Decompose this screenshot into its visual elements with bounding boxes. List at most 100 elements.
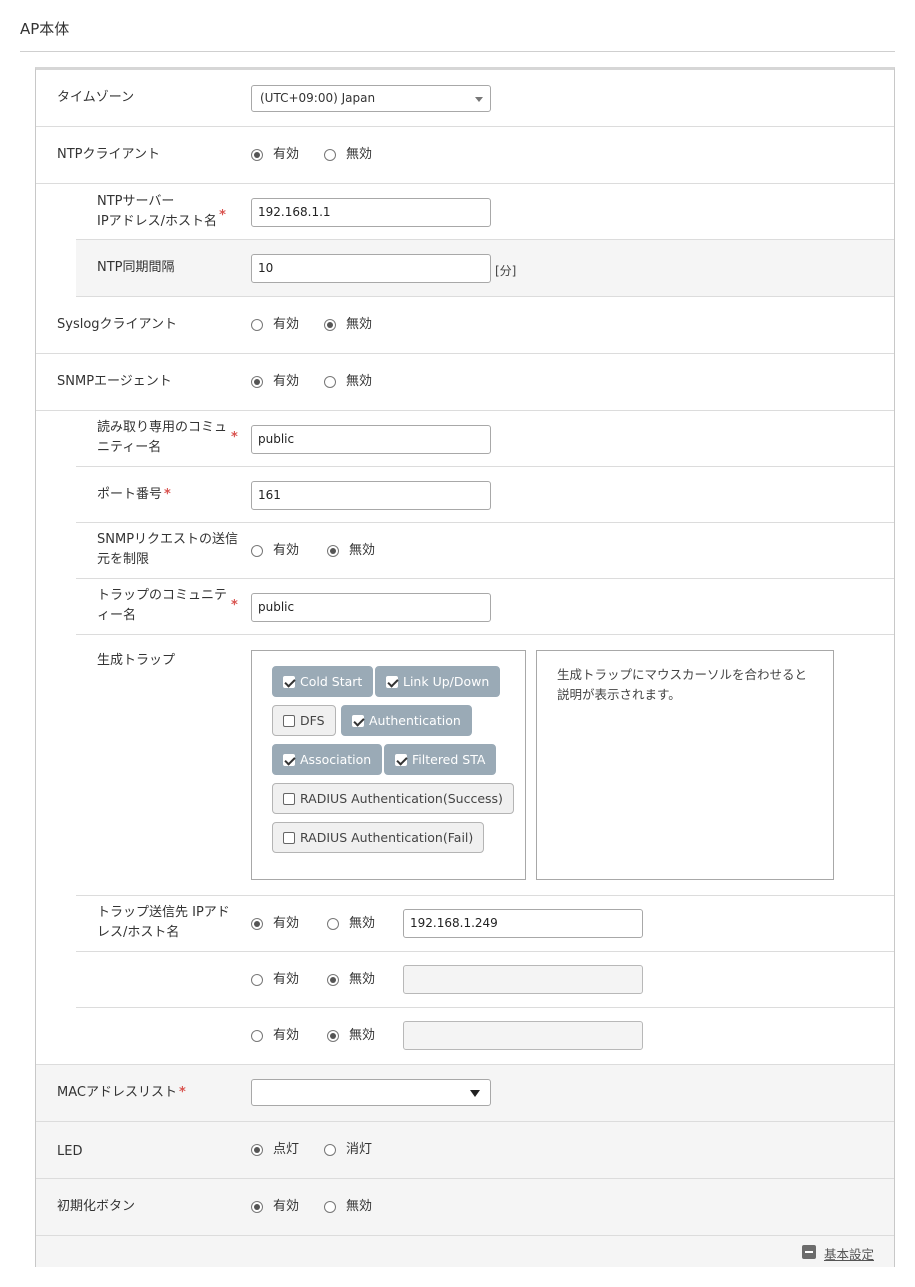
trap-dfs-toggle[interactable]: DFS bbox=[272, 705, 336, 736]
label-line: 元を制限 bbox=[97, 552, 150, 567]
trap-description-box: 生成トラップにマウスカーソルを合わせると説明が表示されます。 bbox=[536, 650, 834, 880]
label-line: ィー名 bbox=[97, 608, 137, 623]
radio-button[interactable] bbox=[251, 918, 263, 930]
label-text: ポート番号 bbox=[97, 487, 163, 502]
chip-label: Filtered STA bbox=[412, 752, 486, 767]
radio-label: 無効 bbox=[349, 1028, 376, 1043]
trap-destination-label: トラップ送信先 IPアド レス/ホスト名 bbox=[97, 903, 230, 943]
required-mark: * bbox=[231, 598, 238, 613]
trap-radius-fail-toggle[interactable]: RADIUS Authentication(Fail) bbox=[272, 822, 485, 853]
ro-community-input[interactable]: public bbox=[251, 425, 491, 454]
required-mark: * bbox=[164, 487, 171, 502]
radio-button[interactable] bbox=[251, 1201, 263, 1213]
label-line: 読み取り専用のコミュ bbox=[97, 420, 228, 435]
snmp-port-row: ポート番号 * 161 bbox=[76, 467, 894, 523]
radio-button[interactable] bbox=[251, 319, 263, 331]
radio-label: 無効 bbox=[346, 1199, 373, 1214]
radio-button[interactable] bbox=[251, 1144, 263, 1156]
radio-label: 有効 bbox=[273, 147, 300, 162]
label-line: レス/ホスト名 bbox=[97, 925, 180, 940]
trap-dest-2-input[interactable] bbox=[403, 965, 643, 994]
ntp-client-label: NTPクライアント bbox=[57, 147, 160, 162]
radio-button[interactable] bbox=[324, 1201, 336, 1213]
radio-button[interactable] bbox=[251, 974, 263, 986]
trap-destination-row: 有効 無効 bbox=[76, 1008, 894, 1064]
generated-traps-row: 生成トラップ Cold Start Link Up/Down DFS Authe… bbox=[76, 635, 894, 896]
ntp-server-row: NTPサーバー IPアドレス/ホスト名 * 192.168.1.1 bbox=[76, 184, 894, 240]
trap-radius-success-toggle[interactable]: RADIUS Authentication(Success) bbox=[272, 783, 514, 814]
trap-community-input[interactable]: public bbox=[251, 593, 491, 622]
radio-label: 有効 bbox=[273, 317, 300, 332]
trap-dest-1-input[interactable]: 192.168.1.249 bbox=[403, 909, 643, 938]
trap-checkbox-box: Cold Start Link Up/Down DFS Authenticati… bbox=[251, 650, 526, 880]
required-mark: * bbox=[231, 430, 238, 445]
radio-label: 消灯 bbox=[346, 1142, 373, 1157]
radio-label: 有効 bbox=[273, 543, 300, 558]
checkbox-icon bbox=[283, 754, 295, 766]
ntp-server-input[interactable]: 192.168.1.1 bbox=[251, 198, 491, 227]
chip-label: Authentication bbox=[369, 713, 461, 728]
radio-label: 無効 bbox=[346, 374, 373, 389]
timezone-value: (UTC+09:00) Japan bbox=[260, 91, 376, 105]
trap-link-updown-toggle[interactable]: Link Up/Down bbox=[375, 666, 501, 697]
radio-button[interactable] bbox=[324, 149, 336, 161]
radio-button[interactable] bbox=[324, 1144, 336, 1156]
trap-cold-start-toggle[interactable]: Cold Start bbox=[272, 666, 374, 697]
syslog-client-label: Syslogクライアント bbox=[57, 317, 178, 332]
title-divider bbox=[20, 51, 895, 52]
timezone-select[interactable]: (UTC+09:00) Japan bbox=[251, 85, 491, 112]
led-row: LED 点灯 消灯 bbox=[36, 1122, 894, 1179]
panel-footer: 基本設定 bbox=[36, 1236, 894, 1267]
trap-dest-3-input[interactable] bbox=[403, 1021, 643, 1050]
timezone-label: タイムゾーン bbox=[57, 90, 135, 105]
trap-community-label: トラップのコミュニテ ィー名 bbox=[97, 586, 227, 626]
chip-label: Association bbox=[300, 752, 372, 767]
radio-label: 無効 bbox=[349, 543, 376, 558]
trap-association-toggle[interactable]: Association bbox=[272, 744, 383, 775]
chip-label: Cold Start bbox=[300, 674, 363, 689]
chip-label: DFS bbox=[300, 713, 325, 728]
radio-button[interactable] bbox=[327, 1030, 339, 1042]
label-text: MACアドレスリスト bbox=[57, 1085, 177, 1100]
timezone-row: タイムゾーン (UTC+09:00) Japan bbox=[36, 70, 894, 127]
ntp-interval-label: NTP同期間隔 bbox=[97, 260, 175, 275]
trap-filtered-sta-toggle[interactable]: Filtered STA bbox=[384, 744, 497, 775]
label-line: NTPサーバー bbox=[97, 194, 175, 209]
snmp-agent-row: SNMPエージェント 有効 無効 bbox=[36, 354, 894, 411]
ntp-interval-row: NTP同期間隔 10 [分] bbox=[76, 240, 894, 297]
basic-settings-link[interactable]: 基本設定 bbox=[824, 1244, 874, 1263]
checkbox-icon bbox=[283, 832, 295, 844]
radio-button[interactable] bbox=[327, 974, 339, 986]
label-line: トラップのコミュニテ bbox=[97, 588, 228, 603]
generated-traps-label: 生成トラップ bbox=[97, 653, 176, 668]
label-line: IPアドレス/ホスト名 bbox=[97, 214, 218, 229]
minus-square-icon[interactable] bbox=[802, 1245, 816, 1259]
required-mark: * bbox=[178, 1085, 186, 1100]
restrict-source-label: SNMPリクエストの送信 元を制限 bbox=[97, 530, 238, 570]
radio-button[interactable] bbox=[251, 149, 263, 161]
radio-button[interactable] bbox=[324, 376, 336, 388]
syslog-client-row: Syslogクライアント 有効 無効 bbox=[36, 297, 894, 354]
label-line: ニティー名 bbox=[97, 440, 162, 455]
required-mark: * bbox=[219, 208, 226, 223]
chip-label: RADIUS Authentication(Fail) bbox=[300, 830, 474, 845]
mac-address-list-select[interactable] bbox=[251, 1079, 491, 1106]
radio-button[interactable] bbox=[251, 545, 263, 557]
init-button-row: 初期化ボタン 有効 無効 bbox=[36, 1179, 894, 1236]
page-title: AP本体 bbox=[20, 20, 70, 38]
ntp-client-row: NTPクライアント 有効 無効 bbox=[36, 127, 894, 184]
radio-button[interactable] bbox=[251, 1030, 263, 1042]
trap-destination-row: 有効 無効 bbox=[76, 952, 894, 1008]
radio-button[interactable] bbox=[251, 376, 263, 388]
radio-button[interactable] bbox=[327, 545, 339, 557]
trap-destination-row: トラップ送信先 IPアド レス/ホスト名 有効 無効 192.168.1.249 bbox=[76, 896, 894, 952]
chevron-down-icon bbox=[470, 1090, 480, 1097]
radio-label: 無効 bbox=[346, 317, 373, 332]
ntp-interval-input[interactable]: 10 bbox=[251, 254, 491, 283]
radio-button[interactable] bbox=[327, 918, 339, 930]
radio-button[interactable] bbox=[324, 319, 336, 331]
snmp-port-input[interactable]: 161 bbox=[251, 481, 491, 510]
trap-authentication-toggle[interactable]: Authentication bbox=[341, 705, 472, 736]
settings-panel: タイムゾーン (UTC+09:00) Japan NTPクライアント 有効 無効… bbox=[35, 67, 895, 1267]
mac-address-list-label: MACアドレスリスト * bbox=[57, 1083, 186, 1103]
